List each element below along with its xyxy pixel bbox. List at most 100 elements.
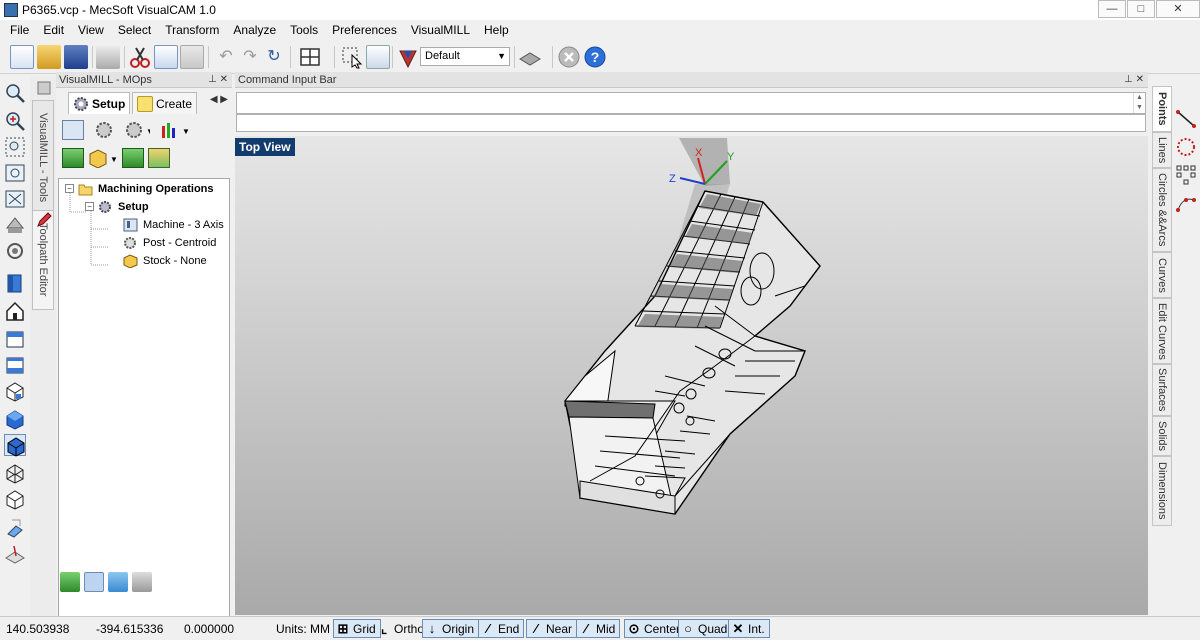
zoom-icon[interactable]: [4, 82, 26, 104]
zoom-in-icon[interactable]: [4, 110, 26, 132]
wireframe-icon[interactable]: [4, 462, 26, 484]
layer-dropdown[interactable]: Default ▼: [420, 47, 510, 66]
collapse-icon[interactable]: −: [85, 202, 94, 211]
collapse-icon[interactable]: −: [65, 184, 74, 193]
point-circle-icon[interactable]: [1175, 136, 1197, 158]
menu-select[interactable]: Select: [118, 23, 151, 37]
machine-setup-icon[interactable]: [62, 120, 84, 140]
snap-ortho-button[interactable]: ⌞ Ortho: [374, 619, 429, 638]
post-settings-icon[interactable]: [94, 120, 114, 140]
preferences-gear-icon[interactable]: ▼: [124, 120, 154, 140]
redo-icon[interactable]: ↷: [238, 45, 262, 69]
view-name-label[interactable]: Top View: [235, 138, 295, 156]
snap-origin-button[interactable]: ↓ Origin: [422, 619, 480, 638]
menu-analyze[interactable]: Analyze: [233, 23, 276, 37]
tab-solids[interactable]: Solids: [1152, 416, 1172, 456]
stop-icon[interactable]: [557, 45, 581, 69]
new-file-icon[interactable]: [10, 45, 34, 69]
box-icon[interactable]: [4, 488, 26, 510]
menu-preferences[interactable]: Preferences: [332, 23, 397, 37]
command-history[interactable]: ▲ ▼: [236, 92, 1146, 114]
stock-icon[interactable]: ▼: [88, 148, 118, 169]
menu-view[interactable]: View: [78, 23, 104, 37]
shaded-icon[interactable]: [4, 408, 26, 430]
tab-label: Lines: [1156, 136, 1168, 164]
home-view-icon[interactable]: [4, 300, 26, 322]
tab-setup[interactable]: Setup: [68, 92, 131, 114]
help-icon[interactable]: ?: [583, 45, 607, 69]
bottom-view-icon[interactable]: [4, 354, 26, 376]
scroll-arrows-icon[interactable]: ▲ ▼: [1133, 93, 1145, 113]
tab-curves[interactable]: Curves: [1152, 252, 1172, 298]
minimize-button[interactable]: —: [1098, 0, 1126, 18]
menu-file[interactable]: File: [10, 23, 29, 37]
top-view-icon[interactable]: [4, 328, 26, 350]
pan-icon[interactable]: [4, 214, 26, 236]
snap-center-button[interactable]: ⊙ Center: [624, 619, 686, 638]
snap-near-button[interactable]: ⁄ Near: [526, 619, 578, 638]
snap-quad-button[interactable]: ○ Quad: [678, 619, 733, 638]
snap-mid-button[interactable]: ⁄ Mid: [576, 619, 621, 638]
panel-pin-close-icon[interactable]: ⊥ ✕: [1124, 72, 1144, 88]
zoom-extents-icon[interactable]: [4, 162, 26, 184]
close-button[interactable]: ✕: [1156, 0, 1200, 18]
copy-icon[interactable]: [154, 45, 178, 69]
generate-icon[interactable]: [62, 148, 84, 168]
mops-view-icon[interactable]: [60, 572, 80, 592]
save-icon[interactable]: [64, 45, 88, 69]
undo-icon[interactable]: ↶: [214, 45, 238, 69]
select-window-icon[interactable]: [340, 45, 364, 69]
tab-visualmill-tools[interactable]: VisualMILL - Tools: [32, 100, 54, 216]
menu-transform[interactable]: Transform: [165, 23, 219, 37]
iso-view-icon[interactable]: [4, 380, 26, 402]
tree-item-setup[interactable]: − Setup: [85, 198, 149, 215]
zoom-selected-icon[interactable]: [4, 188, 26, 210]
grid-plane-icon[interactable]: [4, 542, 26, 564]
post-process-icon[interactable]: [148, 148, 170, 168]
tree-item-machine[interactable]: Machine - 3 Axis: [123, 216, 224, 233]
tab-points[interactable]: Points: [1152, 86, 1172, 132]
tab-edit-curves[interactable]: Edit Curves: [1152, 298, 1172, 364]
regenerate-icon[interactable]: ↻: [262, 45, 286, 69]
menu-visualmill[interactable]: VisualMILL: [411, 23, 470, 37]
tab-scroll-arrows-icon[interactable]: ◀ ▶: [210, 94, 228, 105]
tab-create[interactable]: Create: [132, 92, 198, 114]
panel-pin-close-icon[interactable]: ⊥ ✕: [208, 72, 228, 88]
3d-viewport[interactable]: X Y Z Top View: [235, 136, 1148, 615]
tree-item-stock[interactable]: Stock - None: [123, 252, 207, 269]
cut-icon[interactable]: [128, 45, 152, 69]
tab-circles-arcs[interactable]: Circles &&Arcs: [1152, 168, 1172, 252]
tool-view-icon[interactable]: [108, 572, 128, 592]
viewport-layout-icon[interactable]: [298, 45, 322, 69]
tab-surfaces[interactable]: Surfaces: [1152, 364, 1172, 416]
print-icon[interactable]: [96, 45, 120, 69]
rotate-icon[interactable]: [4, 240, 26, 262]
point-line-icon[interactable]: [1175, 108, 1197, 130]
point-grid-icon[interactable]: [1175, 164, 1197, 186]
properties-icon[interactable]: [366, 45, 390, 69]
tree-item-machining-operations[interactable]: − Machining Operations: [65, 180, 214, 197]
menu-tools[interactable]: Tools: [290, 23, 318, 37]
simulate-icon[interactable]: [122, 148, 144, 168]
layer-icon[interactable]: [396, 45, 420, 69]
point-curve-icon[interactable]: [1175, 192, 1197, 214]
menu-help[interactable]: Help: [484, 23, 509, 37]
paste-icon[interactable]: [180, 45, 204, 69]
render-icon[interactable]: [4, 516, 26, 538]
plane-icon[interactable]: [518, 45, 542, 69]
tree-settings-icon[interactable]: [132, 572, 152, 592]
command-input[interactable]: [236, 114, 1146, 132]
shaded-edges-icon[interactable]: [4, 434, 26, 457]
zoom-window-icon[interactable]: [4, 136, 26, 158]
menu-edit[interactable]: Edit: [43, 23, 64, 37]
snap-end-button[interactable]: ⁄ End: [478, 619, 525, 638]
tab-lines[interactable]: Lines: [1152, 132, 1172, 168]
front-view-icon[interactable]: [4, 272, 26, 294]
open-folder-icon[interactable]: [37, 45, 61, 69]
maximize-button[interactable]: □: [1127, 0, 1155, 18]
tree-item-post[interactable]: Post - Centroid: [123, 234, 216, 251]
tools-bar-icon[interactable]: ▼: [160, 120, 190, 140]
toolpath-view-icon[interactable]: [84, 572, 104, 592]
snap-int-button[interactable]: ✕ Int.: [728, 619, 770, 638]
tab-dimensions[interactable]: Dimensions: [1152, 456, 1172, 526]
